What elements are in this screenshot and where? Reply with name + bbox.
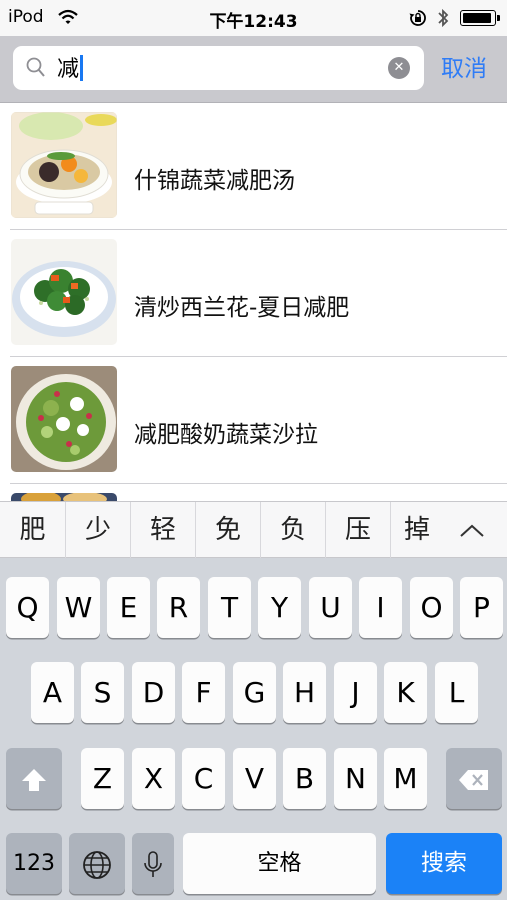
result-title: 清炒西兰花-夏日减肥 (134, 295, 350, 321)
key-u[interactable]: U (309, 577, 352, 638)
result-title: 什锦蔬菜减肥汤 (134, 168, 295, 194)
result-title: 减肥酸奶蔬菜沙拉 (134, 422, 318, 448)
salad-thumbnail (11, 366, 117, 472)
key-m[interactable]: M (384, 748, 427, 809)
candidate-word[interactable]: 压 (326, 502, 391, 558)
key-t[interactable]: T (208, 577, 251, 638)
search-bar: 减 ✕ (0, 36, 507, 103)
list-item[interactable]: 什锦蔬菜减肥汤 (0, 103, 507, 230)
bluetooth-icon (438, 8, 449, 28)
partial-thumbnail (11, 493, 117, 501)
text-caret (80, 55, 84, 81)
list-item[interactable]: 减肥酸奶蔬菜沙拉 (0, 357, 507, 484)
key-k[interactable]: K (384, 662, 427, 723)
key-a[interactable]: A (31, 662, 74, 723)
key-o[interactable]: O (410, 577, 453, 638)
clear-icon[interactable]: ✕ (388, 57, 410, 79)
search-field[interactable]: 减 ✕ (13, 46, 424, 90)
key-z[interactable]: Z (81, 748, 124, 809)
candidate-word[interactable]: 肥 (0, 502, 66, 558)
key-f[interactable]: F (182, 662, 225, 723)
key-p[interactable]: P (460, 577, 503, 638)
candidate-word[interactable]: 免 (196, 502, 261, 558)
key-g[interactable]: G (233, 662, 276, 723)
key-w[interactable]: W (57, 577, 100, 638)
rotation-lock-icon (409, 10, 426, 26)
results-list: 什锦蔬菜减肥汤 清炒西兰花-夏日减肥 减肥酸奶蔬菜沙拉 (0, 103, 507, 501)
key-e[interactable]: E (107, 577, 150, 638)
key-l[interactable]: L (435, 662, 478, 723)
chevron-up-icon[interactable] (437, 502, 507, 557)
mic-key[interactable] (132, 833, 174, 894)
battery-level (463, 13, 491, 23)
search-key[interactable]: 搜索 (386, 833, 502, 894)
cancel-button[interactable]: 取消 (441, 49, 487, 83)
key-v[interactable]: V (233, 748, 276, 809)
status-time: 下午12:43 (209, 12, 298, 32)
search-query: 减 (57, 57, 80, 82)
list-item[interactable] (0, 484, 507, 501)
key-i[interactable]: I (359, 577, 402, 638)
battery-indicator (460, 10, 500, 26)
key-c[interactable]: C (182, 748, 225, 809)
shift-icon (22, 769, 46, 791)
key-r[interactable]: R (157, 577, 200, 638)
delete-key[interactable] (446, 748, 502, 809)
broccoli-thumbnail (11, 239, 117, 345)
candidate-bar: 肥 少 轻 免 负 压 掉 (0, 501, 507, 558)
space-key[interactable]: 空格 (183, 833, 376, 894)
key-q[interactable]: Q (6, 577, 49, 638)
candidate-word[interactable]: 少 (66, 502, 131, 558)
status-bar: iPod 下午12:43 (0, 0, 507, 36)
search-icon (26, 57, 45, 77)
key-b[interactable]: B (283, 748, 326, 809)
keyboard: Q W E R T Y U I O P A S D F G H J K L Z … (0, 558, 507, 900)
candidate-word[interactable]: 轻 (131, 502, 196, 558)
soup-thumbnail (11, 112, 117, 218)
numbers-key[interactable]: 123 (6, 833, 62, 894)
key-j[interactable]: J (334, 662, 377, 723)
list-item[interactable]: 清炒西兰花-夏日减肥 (0, 230, 507, 357)
key-n[interactable]: N (334, 748, 377, 809)
globe-icon (83, 851, 111, 879)
delete-icon (459, 770, 488, 790)
key-x[interactable]: X (132, 748, 175, 809)
key-y[interactable]: Y (258, 577, 301, 638)
microphone-icon (144, 851, 162, 877)
key-h[interactable]: H (283, 662, 326, 723)
globe-key[interactable] (69, 833, 125, 894)
key-d[interactable]: D (132, 662, 175, 723)
search-input[interactable]: 减 (57, 55, 84, 83)
shift-key[interactable] (6, 748, 62, 809)
candidate-word[interactable]: 负 (261, 502, 326, 558)
key-s[interactable]: S (81, 662, 124, 723)
candidate-word[interactable]: 掉 (391, 502, 437, 558)
